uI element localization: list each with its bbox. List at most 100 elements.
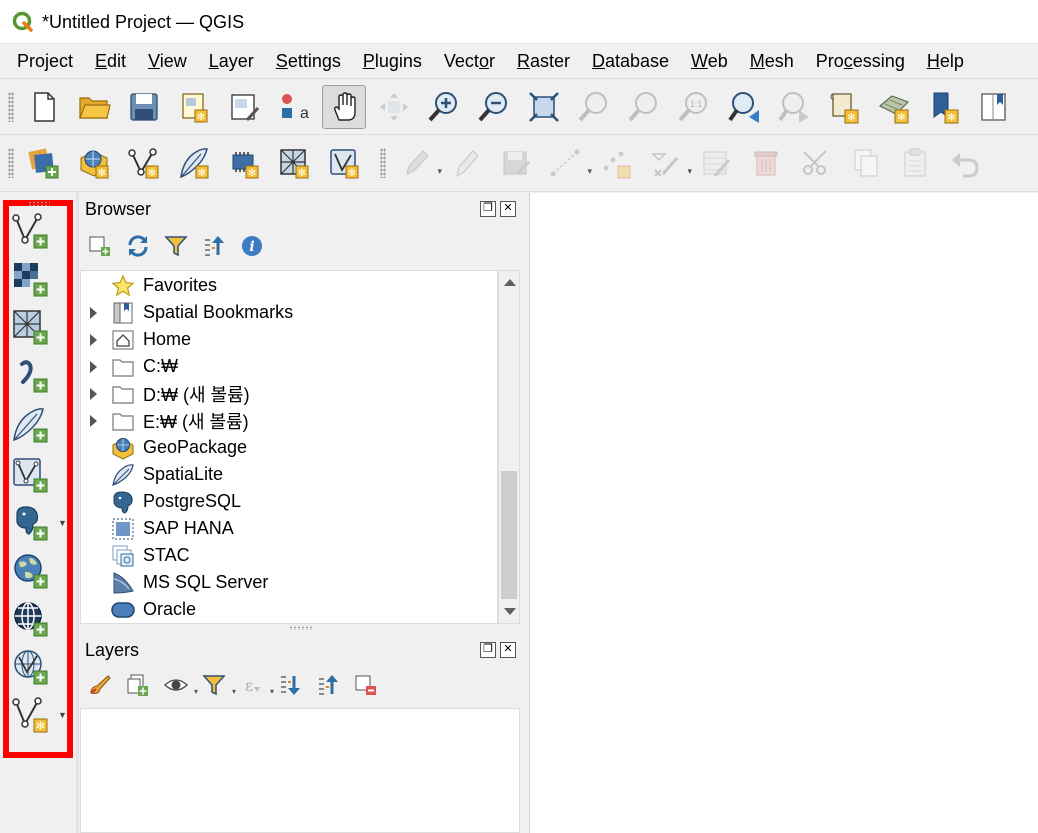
open-project-button[interactable] [72,85,116,129]
show-bookmarks-button[interactable] [972,85,1016,129]
add-vector-layer-button[interactable] [10,211,50,251]
expand-arrow-icon[interactable] [90,333,97,346]
menu-project[interactable]: Project [6,44,84,78]
collapse-all-layers-button[interactable] [315,672,341,698]
tree-item-drive-c[interactable]: C:₩ [81,353,497,380]
remove-layer-button[interactable] [353,672,379,698]
undo-button[interactable] [944,141,988,185]
float-panel-icon[interactable]: ❐ [480,642,496,658]
menu-processing[interactable]: Processing [805,44,916,78]
scroll-down-icon[interactable] [504,608,516,615]
add-selected-layers-button[interactable] [87,233,113,259]
tree-item-home[interactable]: Home [81,326,497,353]
cut-features-button[interactable] [794,141,838,185]
new-virtual-layer-button[interactable]: ✻ [272,141,316,185]
toolbar-grip[interactable] [28,201,50,206]
zoom-in-button[interactable] [422,85,466,129]
tree-item-stac[interactable]: STAC [81,542,497,569]
expand-arrow-icon[interactable] [90,360,97,373]
edit-attribute-table-button[interactable] [694,141,738,185]
close-icon[interactable]: ✕ [500,642,516,658]
menu-plugins[interactable]: Plugins [352,44,433,78]
new-layer-button[interactable]: ✻ [10,695,50,735]
filter-expression-button[interactable]: ε ▾ [239,672,274,698]
close-icon[interactable]: ✕ [500,201,516,217]
style-panel-button[interactable] [87,672,113,698]
pan-to-selection-button[interactable] [372,85,416,129]
zoom-to-selection-button[interactable] [572,85,616,129]
menu-help[interactable]: Help [916,44,975,78]
expand-all-button[interactable] [277,672,303,698]
new-spatialite-layer-button[interactable]: ✻ [172,141,216,185]
vertex-tool-button[interactable] [594,141,638,185]
zoom-native-button[interactable]: 1:1 [672,85,716,129]
toggle-editing-button[interactable] [444,141,488,185]
new-3d-map-view-button[interactable]: ✻ [872,85,916,129]
new-shapefile-layer-button[interactable]: ✻ [122,141,166,185]
map-canvas[interactable] [529,193,1038,833]
layers-tree[interactable] [80,708,520,833]
layout-manager-button[interactable] [222,85,266,129]
tree-item-oracle[interactable]: Oracle [81,596,497,623]
save-edits-button[interactable] [494,141,538,185]
new-geopackage-layer-button[interactable]: ✻ [72,141,116,185]
menu-raster[interactable]: Raster [506,44,581,78]
filter-button[interactable] [163,233,189,259]
manage-visibility-button[interactable]: ▾ [163,672,198,698]
new-print-layout-button[interactable]: ✻ [172,85,216,129]
chevron-down-icon[interactable]: ▼ [58,710,67,720]
panel-splitter[interactable] [289,626,313,630]
new-bookmark-button[interactable]: ✻ [922,85,966,129]
menu-layer[interactable]: Layer [198,44,265,78]
filter-legend-button[interactable]: ▾ [201,672,236,698]
add-wfs-layer-button[interactable] [10,599,50,639]
zoom-to-layer-button[interactable] [622,85,666,129]
browser-tree[interactable]: Favorites Spatial Bookmarks Home C:₩ D:₩… [80,270,498,624]
tree-item-drive-e[interactable]: E:₩ (새 볼륨) [81,407,497,434]
properties-button[interactable]: i [239,233,265,259]
tree-item-favorites[interactable]: Favorites [81,272,497,299]
tree-item-spatial-bookmarks[interactable]: Spatial Bookmarks [81,299,497,326]
chevron-down-icon[interactable]: ▼ [58,518,67,528]
new-map-view-button[interactable]: ✻ [822,85,866,129]
toolbar-grip[interactable] [8,148,14,178]
add-delimited-text-layer-button[interactable] [10,355,50,395]
new-project-button[interactable] [22,85,66,129]
tree-item-spatialite[interactable]: SpatiaLite [81,461,497,488]
paste-features-button[interactable] [894,141,938,185]
style-manager-button[interactable]: a [272,85,316,129]
menu-settings[interactable]: Settings [265,44,352,78]
menu-web[interactable]: Web [680,44,739,78]
expand-arrow-icon[interactable] [90,414,97,427]
tree-item-ms-sql-server[interactable]: MS SQL Server [81,569,497,596]
new-mesh-layer-button[interactable]: ✻ [322,141,366,185]
expand-arrow-icon[interactable] [90,306,97,319]
expand-arrow-icon[interactable] [90,387,97,400]
scroll-up-icon[interactable] [504,279,516,286]
add-wcs-layer-button[interactable] [10,647,50,687]
zoom-out-button[interactable] [472,85,516,129]
float-panel-icon[interactable]: ❐ [480,201,496,217]
refresh-button[interactable] [125,233,151,259]
tree-item-geopackage[interactable]: GeoPackage [81,434,497,461]
add-spatialite-layer-button[interactable] [10,405,50,445]
copy-features-button[interactable] [844,141,888,185]
add-postgis-layer-button[interactable] [10,503,50,543]
tree-item-drive-d[interactable]: D:₩ (새 볼륨) [81,380,497,407]
add-raster-layer-button[interactable] [10,259,50,299]
tree-item-postgresql[interactable]: PostgreSQL [81,488,497,515]
tree-item-sap-hana[interactable]: SAP HANA [81,515,497,542]
add-virtual-layer-button[interactable] [10,455,50,495]
menu-view[interactable]: View [137,44,198,78]
digitize-button[interactable]: ▾ [544,141,592,185]
collapse-all-button[interactable] [201,233,227,259]
save-project-button[interactable] [122,85,166,129]
data-source-manager-button[interactable] [22,141,66,185]
add-wms-wmts-layer-button[interactable] [10,551,50,591]
new-temporary-layer-button[interactable]: ✻ [222,141,266,185]
scrollbar-thumb[interactable] [501,471,517,599]
zoom-next-button[interactable] [772,85,816,129]
delete-selected-button[interactable] [744,141,788,185]
modify-attributes-button[interactable]: ▾ [644,141,692,185]
menu-vector[interactable]: Vector [433,44,506,78]
